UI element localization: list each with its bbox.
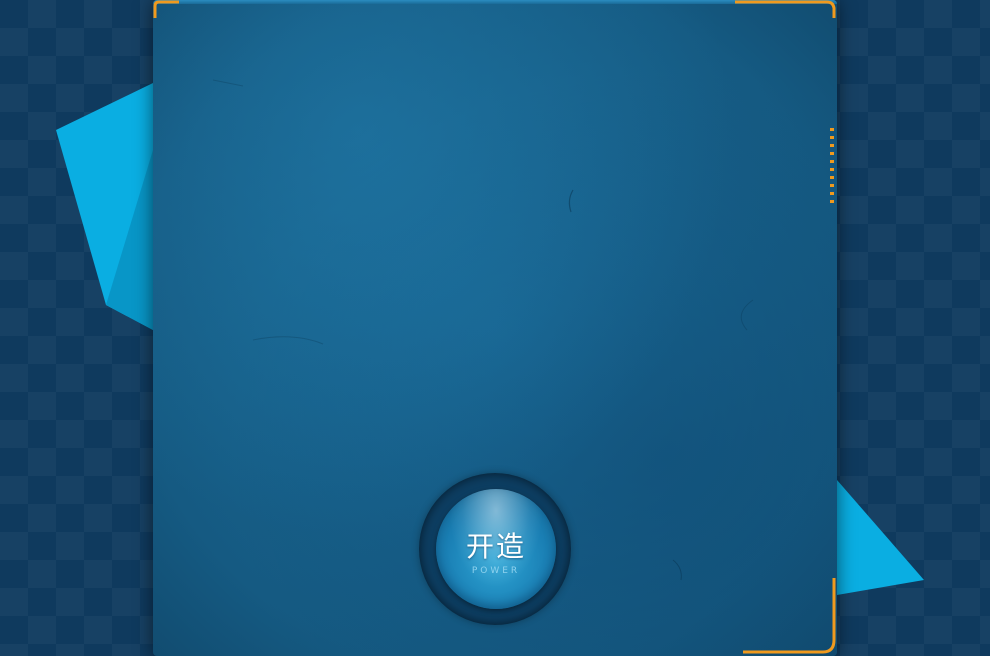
- power-button[interactable]: 开造 POWER: [436, 489, 556, 609]
- top-left-corner-icon: [153, 0, 179, 18]
- right-edge-notches-icon: [830, 128, 834, 203]
- power-button-subtitle: POWER: [471, 566, 521, 576]
- top-right-corner-icon: [735, 0, 836, 18]
- bottom-right-corner-icon: [743, 578, 836, 654]
- right-shard: [837, 480, 924, 595]
- power-button-title: 开造: [465, 530, 526, 563]
